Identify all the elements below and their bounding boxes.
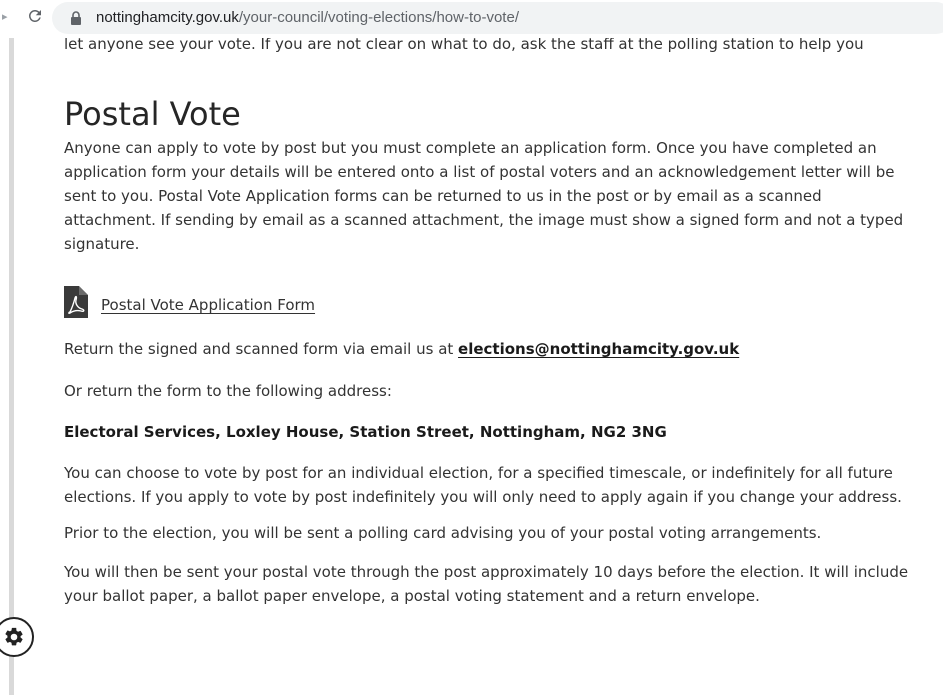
settings-button[interactable] [0,617,34,657]
page-left-border [9,38,14,695]
browser-toolbar: ▸ nottinghamcity.gov.uk/your-council/vot… [0,0,943,38]
postal-address: Electoral Services, Loxley House, Statio… [64,423,667,441]
download-item: Postal Vote Application Form [64,284,914,318]
intro-paragraph: let anyone see your vote. If you are not… [64,35,864,53]
address-bar[interactable]: nottinghamcity.gov.uk/your-council/votin… [52,2,943,34]
postal-vote-form-link[interactable]: Postal Vote Application Form [101,293,315,317]
lock-icon [71,11,81,25]
gear-icon [5,627,23,646]
postal-vote-delivery-paragraph: You will then be sent your postal vote t… [64,563,909,605]
url-domain: nottinghamcity.gov.uk [96,9,239,26]
forward-arrow-icon[interactable]: ▸ [2,10,8,23]
url-path: /your-council/voting-elections/how-to-vo… [238,9,519,26]
main-content: let anyone see your vote. If you are not… [64,22,914,608]
page-title: Postal Vote [64,95,241,133]
reload-button[interactable] [24,5,46,27]
url-text: nottinghamcity.gov.uk/your-council/votin… [96,9,519,26]
reload-icon [28,9,41,22]
return-instructions: Return the signed and scanned form via e… [64,337,914,361]
elections-email-link[interactable]: elections@nottinghamcity.gov.uk [458,340,739,358]
address-intro: Or return the form to the following addr… [64,382,392,400]
pdf-file-icon [64,286,88,318]
return-text: Return the signed and scanned form via e… [64,340,459,358]
postal-vote-description: Anyone can apply to vote by post but you… [64,139,904,253]
polling-card-paragraph: Prior to the election, you will be sent … [64,524,822,542]
vote-duration-paragraph: You can choose to vote by post for an in… [64,464,902,506]
